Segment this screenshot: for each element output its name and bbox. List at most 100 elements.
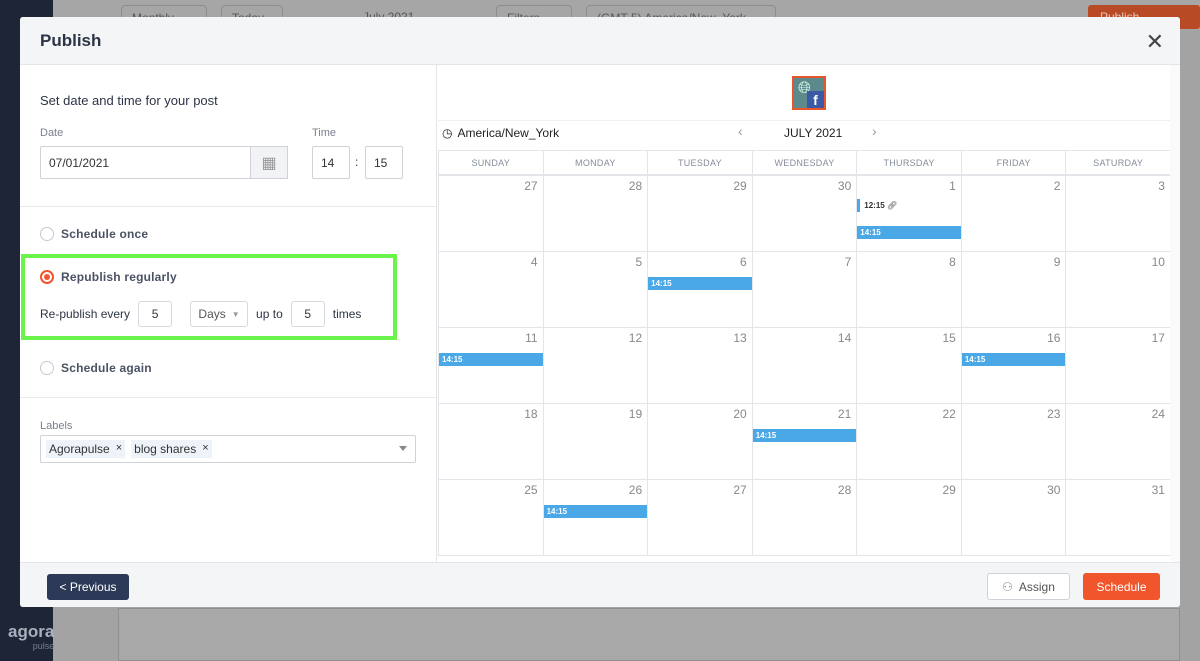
day-number: 19 xyxy=(628,407,643,421)
day-number: 16 xyxy=(1047,331,1061,345)
times-input[interactable]: 5 xyxy=(290,301,325,327)
scheduled-post-event[interactable]: 14:15 xyxy=(543,505,648,518)
day-number: 7 xyxy=(844,255,852,269)
day-cell[interactable]: 18 xyxy=(438,404,543,480)
form-heading: Set date and time for your post xyxy=(40,93,218,108)
day-cell[interactable]: 8 xyxy=(856,252,961,328)
day-cell[interactable]: 11 14:15 xyxy=(438,328,543,404)
day-cell[interactable]: 29 xyxy=(856,480,961,556)
republish-mid: up to xyxy=(256,307,283,321)
day-cell[interactable]: 12 xyxy=(542,328,648,404)
day-cell[interactable]: 16 14:15 xyxy=(960,328,1066,404)
date-input[interactable]: 07/01/2021 xyxy=(40,146,252,179)
close-icon[interactable]: ✕ xyxy=(1146,29,1164,55)
radio-republish-regularly[interactable]: Republish regularly xyxy=(40,270,177,284)
day-cell[interactable]: 29 xyxy=(647,176,752,252)
day-number: 27 xyxy=(733,483,747,497)
day-number: 14 xyxy=(837,331,852,345)
day-cell[interactable]: 10 xyxy=(1065,252,1170,328)
day-cell[interactable]: 26 14:15 xyxy=(542,480,648,556)
day-number: 24 xyxy=(1151,407,1165,421)
day-cell[interactable]: 5 xyxy=(542,252,648,328)
day-cell[interactable]: 23 xyxy=(960,404,1066,480)
day-number: 4 xyxy=(530,255,538,269)
day-cell[interactable]: 3 xyxy=(1065,176,1170,252)
option-label: Schedule again xyxy=(61,361,152,375)
clock-icon: ◷ xyxy=(442,126,453,140)
user-icon: ⚇ xyxy=(1002,579,1013,594)
day-cell[interactable]: 28 xyxy=(751,480,857,556)
weekday-label: FRIDAY xyxy=(960,151,1066,175)
labels-input[interactable]: Agorapulse × blog shares × xyxy=(40,435,416,463)
option-label: Schedule once xyxy=(61,227,149,241)
day-cell[interactable]: 4 xyxy=(438,252,543,328)
day-cell[interactable]: 27 xyxy=(647,480,752,556)
day-number: 29 xyxy=(942,483,956,497)
prev-month-button[interactable]: ‹ xyxy=(738,123,743,139)
day-cell[interactable]: 6 14:15 xyxy=(647,252,752,328)
day-cell[interactable]: 7 xyxy=(751,252,857,328)
date-label: Date xyxy=(40,127,64,139)
day-cell[interactable]: 24 xyxy=(1065,404,1170,480)
labels-label: Labels xyxy=(40,420,73,432)
day-cell[interactable]: 15 xyxy=(856,328,961,404)
radio-schedule-again[interactable]: Schedule again xyxy=(40,361,152,375)
day-cell[interactable]: 30 xyxy=(960,480,1066,556)
weekday-header: SUNDAY MONDAY TUESDAY WEDNESDAY THURSDAY FRID… xyxy=(438,151,1170,176)
radio-icon xyxy=(40,361,54,375)
modal-footer: < Previous ⚇ Assign Schedule xyxy=(20,562,1180,607)
chevron-down-icon[interactable] xyxy=(399,446,407,451)
scheduled-post-event[interactable]: 14:15 xyxy=(857,226,961,239)
unit-select[interactable]: Days ▼ xyxy=(190,301,249,327)
next-month-button[interactable]: › xyxy=(872,123,877,139)
option-label: Republish regularly xyxy=(61,270,177,284)
day-cell[interactable]: 2 xyxy=(960,176,1066,252)
day-cell[interactable]: 19 xyxy=(542,404,648,480)
scheduled-post-event[interactable]: 14:15 xyxy=(752,429,857,442)
day-cell[interactable]: 28 xyxy=(542,176,648,252)
scrollbar[interactable] xyxy=(1170,65,1180,562)
day-cell[interactable]: 20 xyxy=(647,404,752,480)
weekday-label: TUESDAY xyxy=(647,151,752,175)
day-cell[interactable]: 9 xyxy=(960,252,1066,328)
republish-settings: Re-publish every 5 Days ▼ up to 5 times xyxy=(40,301,361,327)
divider xyxy=(20,206,437,207)
day-cell[interactable]: 22 xyxy=(856,404,961,480)
calendar-icon[interactable]: ▦ xyxy=(250,146,288,179)
tag-text: blog shares xyxy=(134,442,197,456)
scheduled-post-event[interactable]: 14:15 xyxy=(439,353,543,366)
minute-input[interactable]: 15 xyxy=(365,146,403,179)
event-time: 12:15 xyxy=(864,201,885,210)
publish-modal: Publish ✕ Set date and time for your pos… xyxy=(20,17,1180,607)
day-cell[interactable]: 31 xyxy=(1065,480,1170,556)
day-number: 30 xyxy=(837,179,852,193)
day-cell[interactable]: 27 xyxy=(438,176,543,252)
hour-input[interactable]: 14 xyxy=(312,146,350,179)
previous-button[interactable]: < Previous xyxy=(47,574,129,600)
scheduled-post-event[interactable]: 14:15 xyxy=(648,277,752,290)
day-cell[interactable]: 21 14:15 xyxy=(751,404,857,480)
remove-tag-icon[interactable]: × xyxy=(202,442,208,456)
schedule-form: Set date and time for your post Date 07/… xyxy=(20,65,437,562)
interval-input[interactable]: 5 xyxy=(138,301,173,327)
day-cell[interactable]: 13 xyxy=(647,328,752,404)
scheduled-post-event[interactable]: 14:15 xyxy=(961,353,1066,366)
day-cell[interactable]: 17 xyxy=(1065,328,1170,404)
assign-button[interactable]: ⚇ Assign xyxy=(987,573,1070,600)
linked-post-event[interactable]: 12:15 🔗︎ xyxy=(857,199,961,212)
day-cell[interactable]: 1 12:15 🔗︎ 14:15 xyxy=(856,176,961,252)
radio-schedule-once[interactable]: Schedule once xyxy=(40,227,148,241)
day-number: 31 xyxy=(1151,483,1165,497)
schedule-button[interactable]: Schedule xyxy=(1083,573,1160,600)
remove-tag-icon[interactable]: × xyxy=(116,442,122,456)
day-cell[interactable]: 25 xyxy=(438,480,543,556)
day-cell[interactable]: 30 xyxy=(751,176,857,252)
unit-value: Days xyxy=(198,307,226,321)
day-number: 29 xyxy=(733,179,747,193)
day-cell[interactable]: 14 xyxy=(751,328,857,404)
divider xyxy=(20,397,437,398)
facebook-profile-avatar[interactable]: 🌐︎ f xyxy=(792,76,826,110)
timezone-text: America/New_York xyxy=(457,126,560,140)
assign-label: Assign xyxy=(1018,579,1055,594)
time-label: Time xyxy=(312,127,337,139)
